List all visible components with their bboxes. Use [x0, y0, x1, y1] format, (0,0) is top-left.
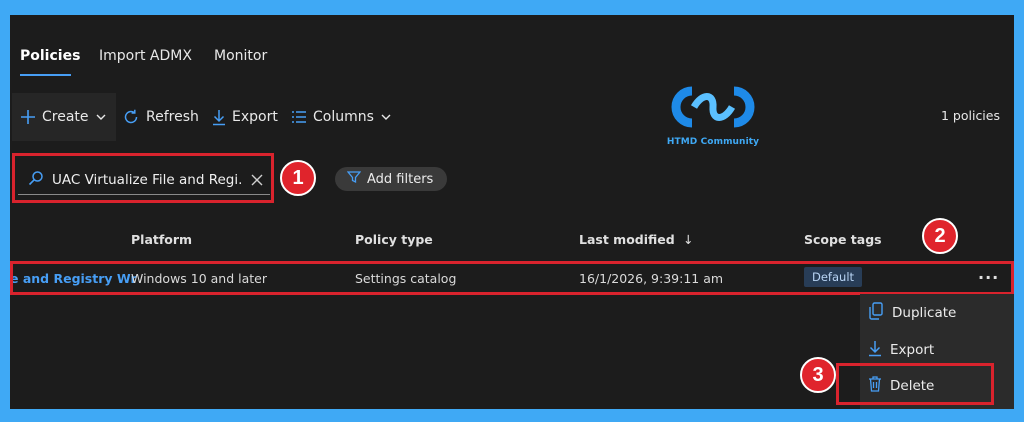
download-arrow-icon [212, 108, 226, 126]
last-modified-label: Last modified [579, 232, 675, 247]
duplicate-icon [868, 302, 884, 324]
column-header-platform[interactable]: Platform [131, 232, 192, 247]
column-header-scope-tags[interactable]: Scope tags [804, 232, 882, 247]
refresh-label: Refresh [146, 109, 199, 125]
refresh-icon [122, 108, 140, 126]
htmd-logo-icon [671, 86, 755, 128]
search-highlight-box [12, 153, 274, 203]
delete-highlight-box [836, 363, 994, 405]
sort-down-arrow-icon: ↓ [683, 232, 694, 247]
policy-count: 1 policies [940, 108, 1000, 123]
download-arrow-icon [868, 339, 882, 361]
annotation-badge-2: 2 [922, 218, 958, 254]
tab-import-admx[interactable]: Import ADMX [99, 48, 192, 64]
logo-caption: HTMD Community [666, 137, 760, 147]
column-header-policy-type[interactable]: Policy type [355, 232, 433, 247]
row-highlight-box [10, 261, 1014, 295]
tab-monitor[interactable]: Monitor [214, 48, 267, 64]
tab-policies[interactable]: Policies [20, 48, 80, 64]
export-label: Export [232, 109, 278, 125]
create-button[interactable]: Create [20, 105, 107, 129]
export-menu-label: Export [890, 342, 935, 358]
column-header-last-modified[interactable]: Last modified ↓ [579, 232, 694, 247]
duplicate-label: Duplicate [892, 305, 957, 321]
add-filters-button[interactable]: Add filters [335, 167, 447, 191]
menu-item-duplicate[interactable]: Duplicate [868, 301, 956, 325]
active-tab-indicator [20, 74, 71, 76]
plus-icon [20, 109, 36, 125]
intune-policies-pane: Policies Import ADMX Monitor Create Refr… [10, 15, 1014, 409]
add-filters-label: Add filters [367, 171, 434, 187]
annotation-badge-3: 3 [800, 357, 836, 393]
chevron-down-icon [95, 111, 107, 123]
export-button[interactable]: Export [212, 105, 278, 129]
htmd-community-logo: HTMD Community [658, 81, 768, 151]
menu-item-export[interactable]: Export [868, 338, 934, 362]
filter-icon [346, 170, 362, 188]
columns-label: Columns [313, 109, 374, 125]
columns-icon [291, 110, 307, 124]
annotation-badge-1: 1 [280, 160, 316, 196]
create-label: Create [42, 109, 89, 125]
refresh-button[interactable]: Refresh [122, 105, 199, 129]
columns-button[interactable]: Columns [291, 105, 392, 129]
chevron-down-icon [380, 111, 392, 123]
